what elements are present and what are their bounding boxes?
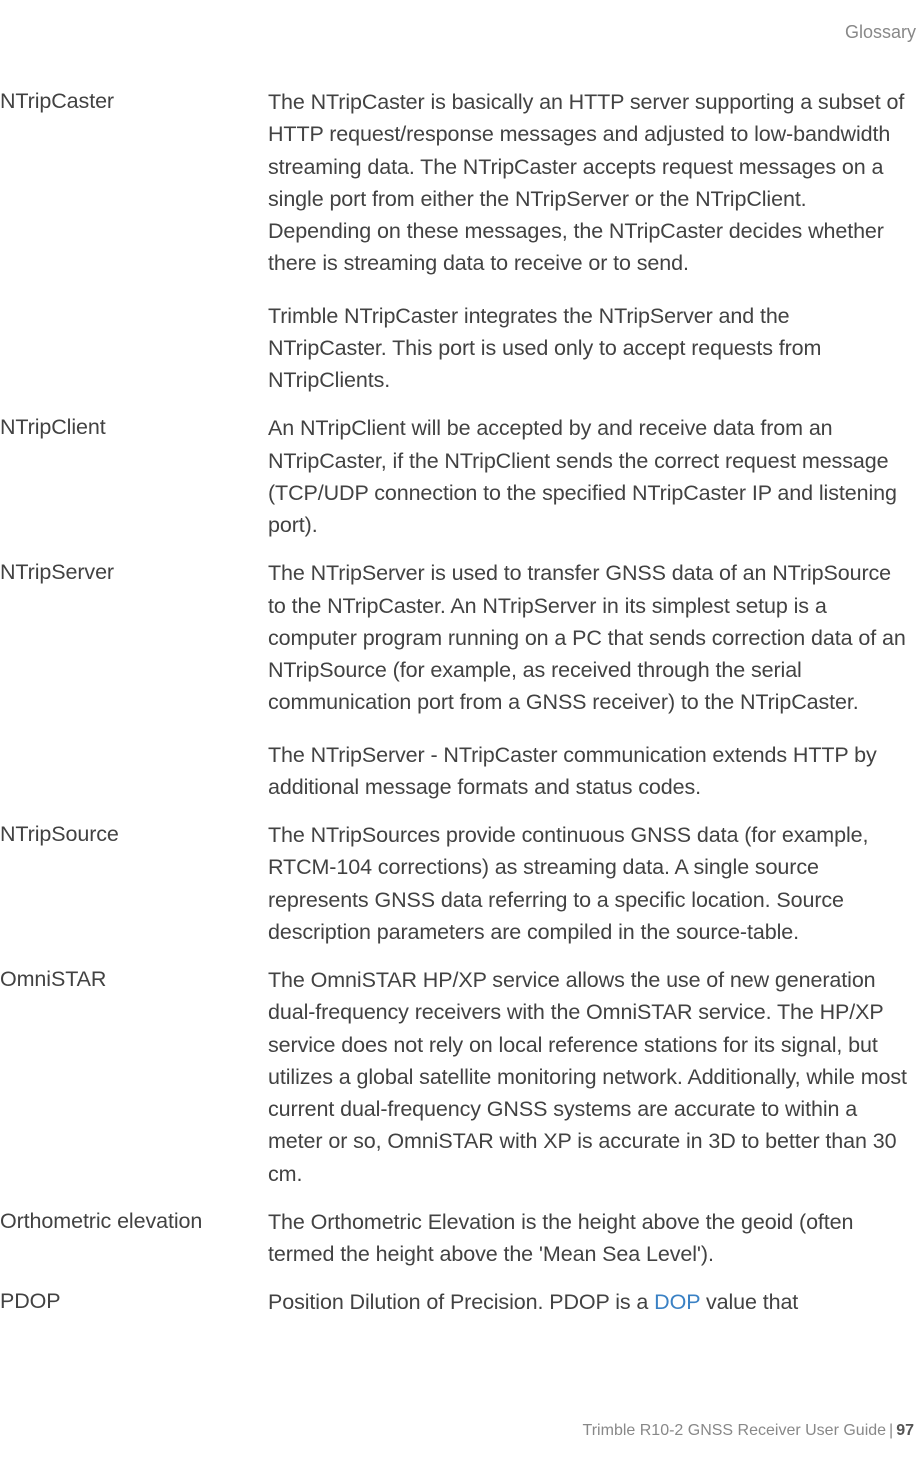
glossary-content: NTripCaster The NTripCaster is basically… — [0, 86, 914, 1335]
definition-text: Position Dilution of Precision. PDOP is … — [268, 1290, 654, 1314]
glossary-definition: Position Dilution of Precision. PDOP is … — [268, 1286, 914, 1318]
footer-doc-title: Trimble R10-2 GNSS Receiver User Guide — [583, 1422, 887, 1439]
glossary-term: NTripCaster — [0, 86, 268, 396]
glossary-definition: The NTripServer - NTripCaster communicat… — [268, 739, 914, 804]
glossary-link-dop[interactable]: DOP — [654, 1290, 700, 1314]
glossary-definition: The OmniSTAR HP/XP service allows the us… — [268, 964, 914, 1190]
glossary-entry: NTripCaster The NTripCaster is basically… — [0, 86, 914, 396]
page-footer: Trimble R10-2 GNSS Receiver User Guide|9… — [583, 1422, 914, 1440]
footer-page-number: 97 — [896, 1422, 914, 1439]
glossary-definition: The Orthometric Elevation is the height … — [268, 1206, 914, 1271]
glossary-definition: The NTripServer is used to transfer GNSS… — [268, 557, 914, 718]
glossary-entry: NTripSource The NTripSources provide con… — [0, 819, 914, 948]
glossary-term: PDOP — [0, 1286, 268, 1318]
footer-separator: | — [889, 1422, 893, 1439]
glossary-term: NTripServer — [0, 557, 268, 803]
definition-text: value that — [700, 1290, 798, 1314]
glossary-entry: NTripClient An NTripClient will be accep… — [0, 412, 914, 541]
glossary-term: NTripClient — [0, 412, 268, 541]
glossary-term: NTripSource — [0, 819, 268, 948]
glossary-definition: The NTripSources provide continuous GNSS… — [268, 819, 914, 948]
glossary-entry: NTripServer The NTripServer is used to t… — [0, 557, 914, 803]
running-header: Glossary — [845, 22, 916, 43]
glossary-entry: OmniSTAR The OmniSTAR HP/XP service allo… — [0, 964, 914, 1190]
glossary-definition: Trimble NTripCaster integrates the NTrip… — [268, 300, 914, 397]
glossary-entry: PDOP Position Dilution of Precision. PDO… — [0, 1286, 914, 1318]
glossary-definition: An NTripClient will be accepted by and r… — [268, 412, 914, 541]
glossary-entry: Orthometric elevation The Orthometric El… — [0, 1206, 914, 1271]
glossary-term: Orthometric elevation — [0, 1206, 268, 1271]
glossary-definition: The NTripCaster is basically an HTTP ser… — [268, 86, 914, 280]
glossary-term: OmniSTAR — [0, 964, 268, 1190]
